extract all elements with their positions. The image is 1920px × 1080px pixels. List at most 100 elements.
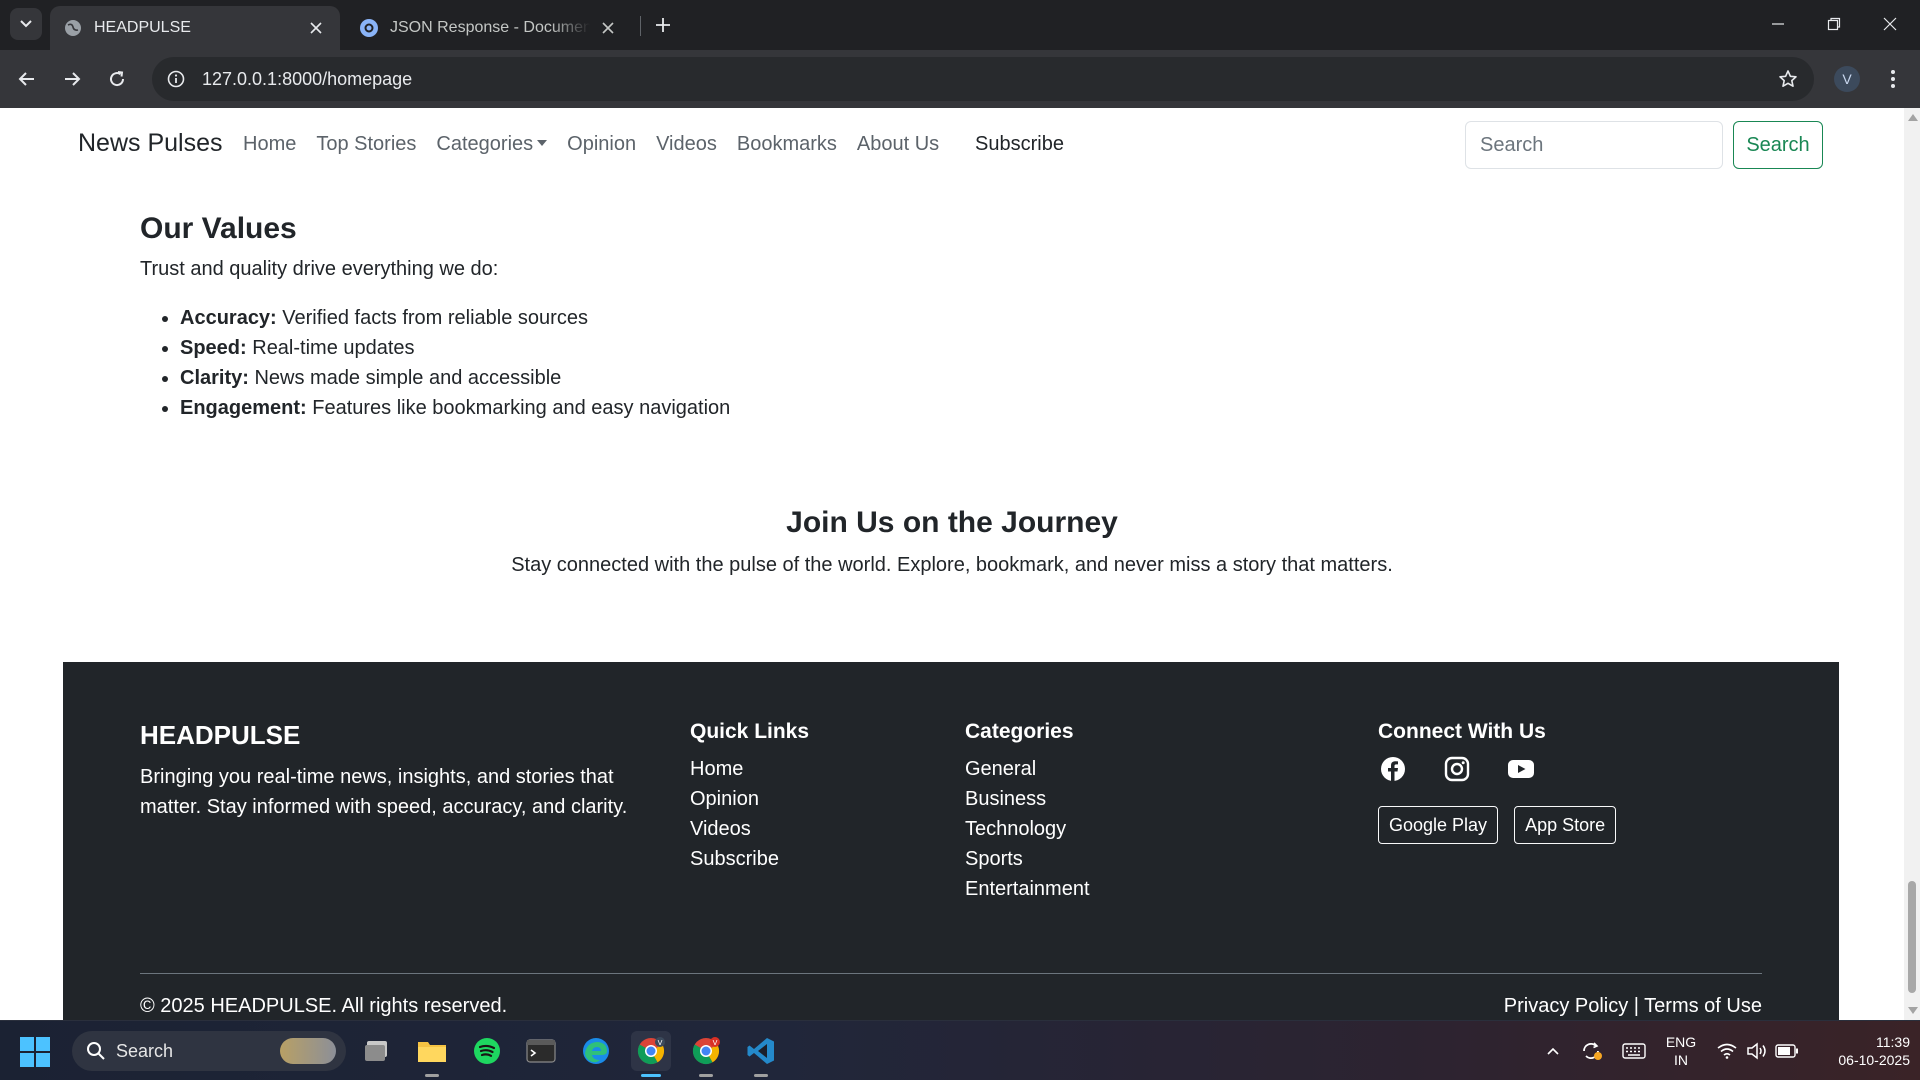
footer-heading: Categories bbox=[965, 720, 1074, 743]
search-button[interactable]: Search bbox=[1733, 121, 1823, 169]
site-logo-icon bbox=[360, 19, 378, 37]
minimize-icon bbox=[1772, 23, 1784, 25]
nav-link-categories-label: Categories bbox=[436, 133, 534, 155]
new-tab-button[interactable] bbox=[648, 10, 678, 40]
edge-icon[interactable] bbox=[576, 1031, 616, 1071]
footer-brand: HEADPULSE bbox=[140, 720, 301, 750]
chrome-icon[interactable]: V bbox=[686, 1031, 726, 1077]
volume-icon[interactable] bbox=[1743, 1021, 1771, 1080]
globe-icon bbox=[64, 19, 82, 37]
instagram-icon[interactable] bbox=[1442, 754, 1472, 784]
input-language-indicator[interactable]: ENG IN bbox=[1660, 1033, 1702, 1069]
google-play-button[interactable]: Google Play bbox=[1378, 806, 1499, 844]
site-info-icon[interactable] bbox=[156, 59, 196, 99]
battery-icon[interactable] bbox=[1773, 1021, 1801, 1080]
journey-heading: Join Us on the Journey bbox=[786, 506, 1118, 539]
nav-link-videos[interactable]: Videos bbox=[656, 133, 717, 156]
reload-icon bbox=[110, 71, 125, 87]
taskbar-search[interactable]: Search bbox=[72, 1031, 346, 1071]
minimize-button[interactable] bbox=[1750, 0, 1806, 48]
plus-icon bbox=[656, 18, 670, 32]
list-item: Speed: Real-time updates bbox=[180, 336, 730, 366]
nav-link-bookmarks[interactable]: Bookmarks bbox=[737, 133, 837, 156]
arrow-right-icon bbox=[65, 72, 81, 86]
sync-update-icon[interactable] bbox=[1577, 1021, 1607, 1080]
url-text: 127.0.0.1:8000/homepage bbox=[202, 68, 413, 89]
value-text: Verified facts from reliable sources bbox=[276, 307, 588, 329]
page-scrollbar[interactable] bbox=[1904, 108, 1920, 1020]
forward-button[interactable] bbox=[55, 62, 89, 96]
footer-link-subscribe[interactable]: Subscribe bbox=[690, 844, 809, 874]
footer-link-general[interactable]: General bbox=[965, 754, 1090, 784]
file-explorer-icon[interactable] bbox=[412, 1031, 452, 1077]
app-store-button[interactable]: App Store bbox=[1514, 806, 1617, 844]
value-text: Real-time updates bbox=[246, 337, 415, 359]
youtube-icon[interactable] bbox=[1506, 754, 1536, 784]
running-indicator bbox=[699, 1074, 713, 1077]
list-item: Clarity: News made simple and accessible bbox=[180, 366, 730, 396]
tab-json-response[interactable]: JSON Response - Documentation bbox=[346, 6, 632, 50]
search-input[interactable] bbox=[1465, 121, 1723, 169]
nav-link-categories[interactable]: Categories bbox=[436, 133, 548, 156]
footer-heading: Connect With Us bbox=[1378, 720, 1546, 743]
arrow-left-icon bbox=[18, 72, 34, 86]
address-bar[interactable]: 127.0.0.1:8000/homepage bbox=[152, 57, 1814, 101]
nav-link-about-us[interactable]: About Us bbox=[857, 133, 939, 156]
scrollbar-thumb[interactable] bbox=[1908, 881, 1916, 993]
taskbar-clock[interactable]: 11:39 06-10-2025 bbox=[1806, 1033, 1910, 1069]
tab-search-button[interactable] bbox=[10, 8, 42, 40]
site-navbar: News Pulses Home Top Stories Categories … bbox=[0, 108, 1904, 184]
nav-link-home[interactable]: Home bbox=[243, 133, 296, 156]
nav-link-top-stories[interactable]: Top Stories bbox=[316, 133, 416, 156]
browser-tab-strip: HEADPULSE JSON Response - Documentation bbox=[0, 0, 1920, 50]
footer-link-business[interactable]: Business bbox=[965, 784, 1090, 814]
restore-button[interactable] bbox=[1806, 0, 1862, 48]
facebook-icon[interactable] bbox=[1378, 754, 1408, 784]
footer-link-entertainment[interactable]: Entertainment bbox=[965, 874, 1090, 904]
spotify-icon[interactable] bbox=[467, 1031, 507, 1071]
windows-start-icon[interactable] bbox=[20, 1037, 50, 1067]
footer-link-videos[interactable]: Videos bbox=[690, 814, 809, 844]
chrome-profile-v-icon[interactable]: V bbox=[631, 1031, 671, 1077]
terminal-icon[interactable] bbox=[521, 1031, 561, 1071]
windows-taskbar: Search V V ENG IN 11:39 06-10-2025 bbox=[0, 1020, 1920, 1080]
svg-text:V: V bbox=[713, 1039, 718, 1047]
clock-time: 11:39 bbox=[1876, 1034, 1910, 1050]
close-window-button[interactable] bbox=[1862, 0, 1918, 48]
back-button[interactable] bbox=[10, 62, 44, 96]
footer-link-sports[interactable]: Sports bbox=[965, 844, 1090, 874]
page-viewport: News Pulses Home Top Stories Categories … bbox=[0, 108, 1904, 1020]
nav-link-subscribe[interactable]: Subscribe bbox=[975, 133, 1064, 156]
footer-link-technology[interactable]: Technology bbox=[965, 814, 1090, 844]
profile-avatar[interactable]: V bbox=[1834, 66, 1860, 92]
footer-description: Bringing you real-time news, insights, a… bbox=[140, 766, 628, 818]
footer-link-opinion[interactable]: Opinion bbox=[690, 784, 809, 814]
bookmark-star-icon[interactable] bbox=[1776, 67, 1800, 91]
vscode-icon[interactable] bbox=[741, 1031, 781, 1077]
tab-headpulse[interactable]: HEADPULSE bbox=[50, 6, 340, 50]
footer-legal-links[interactable]: Privacy Policy | Terms of Use bbox=[1504, 995, 1762, 1018]
close-tab-icon[interactable] bbox=[306, 18, 326, 38]
close-icon bbox=[1883, 17, 1897, 31]
close-tab-icon[interactable] bbox=[598, 18, 618, 38]
scroll-up-arrow-icon[interactable] bbox=[1908, 114, 1918, 121]
task-view-icon[interactable] bbox=[357, 1031, 397, 1071]
footer-link-home[interactable]: Home bbox=[690, 754, 809, 784]
navbar-brand[interactable]: News Pulses bbox=[78, 129, 223, 158]
footer-categories: Categories General Business Technology S… bbox=[965, 720, 1090, 904]
taskbar-search-label: Search bbox=[116, 1040, 174, 1061]
app-store-buttons: Google Play App Store bbox=[1378, 806, 1632, 844]
browser-toolbar: 127.0.0.1:8000/homepage V bbox=[0, 50, 1920, 108]
more-menu-icon[interactable] bbox=[1880, 64, 1906, 94]
show-hidden-icons-chevron-up-icon[interactable] bbox=[1540, 1021, 1566, 1080]
keyboard-icon[interactable] bbox=[1618, 1021, 1650, 1080]
reload-button[interactable] bbox=[100, 62, 134, 96]
nav-link-opinion[interactable]: Opinion bbox=[567, 133, 636, 156]
wifi-icon[interactable] bbox=[1714, 1021, 1740, 1080]
search-icon bbox=[86, 1041, 106, 1061]
scroll-down-arrow-icon[interactable] bbox=[1908, 1007, 1918, 1014]
restore-icon bbox=[1827, 17, 1841, 31]
svg-text:V: V bbox=[658, 1039, 663, 1047]
caret-down-icon bbox=[537, 140, 548, 146]
footer-copyright: © 2025 HEADPULSE. All rights reserved. bbox=[140, 995, 508, 1017]
